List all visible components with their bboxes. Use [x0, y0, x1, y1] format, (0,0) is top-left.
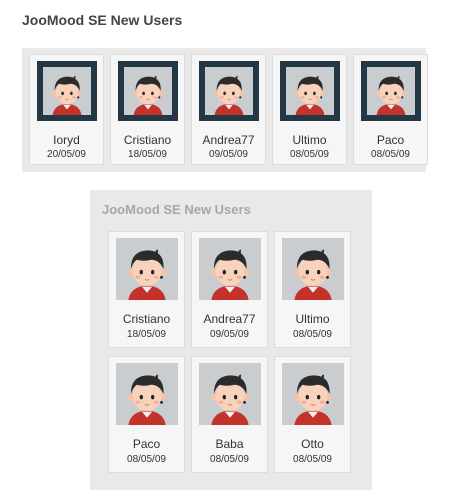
- username-link[interactable]: Ultimo: [273, 133, 346, 147]
- default-user-avatar-icon: [124, 67, 172, 115]
- new-users-panel-top: Ioryd 20/05/09 Cristiano 18/05/09 Andrea…: [22, 48, 428, 172]
- user-card-andrea77[interactable]: Andrea77 09/05/09: [191, 54, 266, 165]
- join-date: 18/05/09: [128, 149, 167, 160]
- username-link[interactable]: Otto: [275, 437, 350, 451]
- avatar-frame[interactable]: [361, 61, 421, 121]
- default-user-avatar-icon[interactable]: [282, 363, 344, 425]
- join-date: 08/05/09: [290, 149, 329, 160]
- default-user-avatar-icon: [205, 67, 253, 115]
- username-link[interactable]: Andrea77: [192, 312, 267, 326]
- join-date: 08/05/09: [293, 329, 332, 340]
- default-user-avatar-icon[interactable]: [116, 238, 178, 300]
- username-link[interactable]: Andrea77: [192, 133, 265, 147]
- username-link[interactable]: Ultimo: [275, 312, 350, 326]
- user-card-ultimo[interactable]: Ultimo 08/05/09: [274, 231, 351, 348]
- default-user-avatar-icon[interactable]: [199, 363, 261, 425]
- username-link[interactable]: Cristiano: [111, 133, 184, 147]
- avatar-frame[interactable]: [37, 61, 97, 121]
- user-card-ultimo[interactable]: Ultimo 08/05/09: [272, 54, 347, 165]
- user-list-top: Ioryd 20/05/09 Cristiano 18/05/09 Andrea…: [29, 54, 428, 165]
- join-date: 08/05/09: [210, 454, 249, 465]
- user-card-paco[interactable]: Paco 08/05/09: [353, 54, 428, 165]
- join-date: 08/05/09: [371, 149, 410, 160]
- username-link[interactable]: Paco: [354, 133, 427, 147]
- username-link[interactable]: Ioryd: [30, 133, 103, 147]
- join-date: 20/05/09: [47, 149, 86, 160]
- avatar-frame[interactable]: [199, 61, 259, 121]
- join-date: 08/05/09: [293, 454, 332, 465]
- avatar-frame[interactable]: [280, 61, 340, 121]
- default-user-avatar-icon: [367, 67, 415, 115]
- user-card-cristiano[interactable]: Cristiano 18/05/09: [110, 54, 185, 165]
- user-card-baba[interactable]: Baba 08/05/09: [191, 356, 268, 473]
- user-card-paco[interactable]: Paco 08/05/09: [108, 356, 185, 473]
- join-date: 08/05/09: [127, 454, 166, 465]
- username-link[interactable]: Baba: [192, 437, 267, 451]
- username-link[interactable]: Paco: [109, 437, 184, 451]
- username-link[interactable]: Cristiano: [109, 312, 184, 326]
- join-date: 18/05/09: [127, 329, 166, 340]
- user-card-ioryd[interactable]: Ioryd 20/05/09: [29, 54, 104, 165]
- default-user-avatar-icon[interactable]: [282, 238, 344, 300]
- widget-title-bottom: JooMood SE New Users: [102, 202, 251, 217]
- default-user-avatar-icon[interactable]: [116, 363, 178, 425]
- join-date: 09/05/09: [210, 329, 249, 340]
- user-card-otto[interactable]: Otto 08/05/09: [274, 356, 351, 473]
- user-grid-bottom: Cristiano 18/05/09 Andrea77 09/05/09 Ult…: [108, 231, 351, 473]
- default-user-avatar-icon: [286, 67, 334, 115]
- default-user-avatar-icon[interactable]: [199, 238, 261, 300]
- new-users-panel-bottom: JooMood SE New Users Cristiano 18/05/09 …: [90, 190, 372, 490]
- join-date: 09/05/09: [209, 149, 248, 160]
- user-card-cristiano[interactable]: Cristiano 18/05/09: [108, 231, 185, 348]
- user-card-andrea77[interactable]: Andrea77 09/05/09: [191, 231, 268, 348]
- default-user-avatar-icon: [43, 67, 91, 115]
- widget-title-top: JooMood SE New Users: [22, 12, 183, 28]
- avatar-frame[interactable]: [118, 61, 178, 121]
